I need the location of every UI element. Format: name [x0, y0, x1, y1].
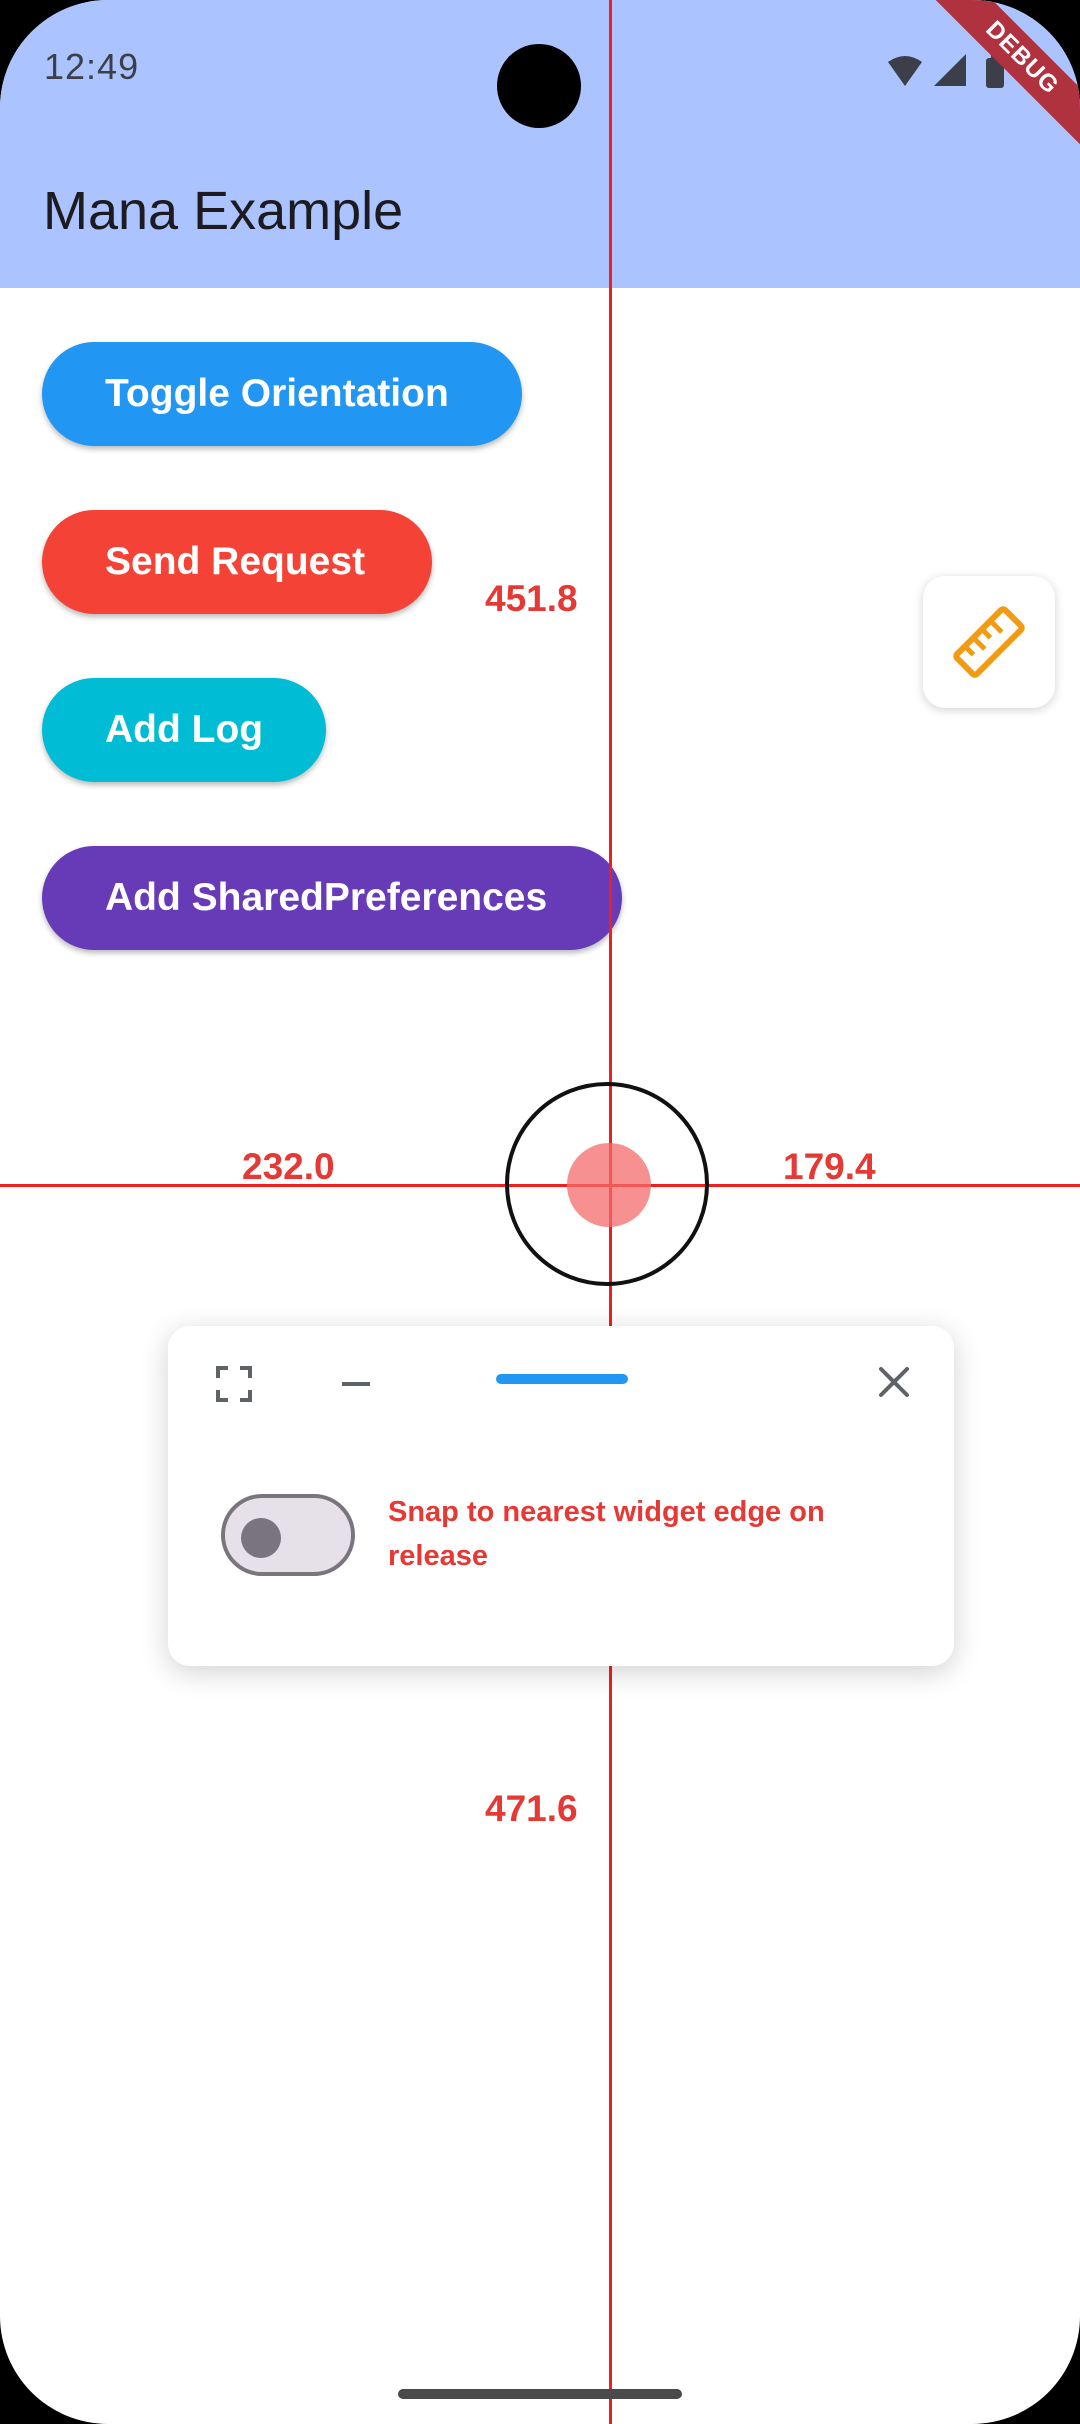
- home-indicator[interactable]: [398, 2389, 682, 2399]
- snap-toggle-switch[interactable]: [221, 1494, 355, 1576]
- send-request-button[interactable]: Send Request: [42, 510, 432, 614]
- measurement-right: 179.4: [783, 1146, 876, 1187]
- toggle-orientation-button[interactable]: Toggle Orientation: [42, 342, 522, 446]
- close-icon[interactable]: [874, 1362, 914, 1402]
- snap-toggle-label: Snap to nearest widget edge on release: [388, 1496, 825, 1572]
- measurement-top: 451.8: [485, 578, 578, 619]
- wifi-icon: [888, 56, 922, 86]
- crosshair-target-dot[interactable]: [567, 1143, 651, 1227]
- ruler-tool-button[interactable]: [923, 576, 1055, 708]
- app-title: Mana Example: [43, 181, 404, 241]
- ruler-icon: [953, 606, 1025, 678]
- status-time: 12:49: [44, 46, 140, 87]
- switch-knob: [241, 1518, 281, 1558]
- drag-handle[interactable]: [496, 1374, 628, 1384]
- ruler-settings-panel: Snap to nearest widget edge on release: [168, 1326, 954, 1666]
- add-log-button[interactable]: Add Log: [42, 678, 326, 782]
- phone-screen: 12:49 Mana Example DEBUG Toggle Orientat…: [0, 0, 1080, 2424]
- fullscreen-icon[interactable]: [214, 1364, 254, 1404]
- camera-cutout: [497, 44, 581, 128]
- measurement-left: 232.0: [242, 1146, 335, 1187]
- minimize-icon[interactable]: [340, 1374, 372, 1394]
- add-shared-preferences-button[interactable]: Add SharedPreferences: [42, 846, 622, 950]
- app-bar: 12:49 Mana Example: [0, 0, 1080, 288]
- debug-banner: DEBUG: [920, 0, 1080, 160]
- debug-banner-label: DEBUG: [923, 0, 1080, 157]
- measurement-bottom: 471.6: [485, 1788, 578, 1829]
